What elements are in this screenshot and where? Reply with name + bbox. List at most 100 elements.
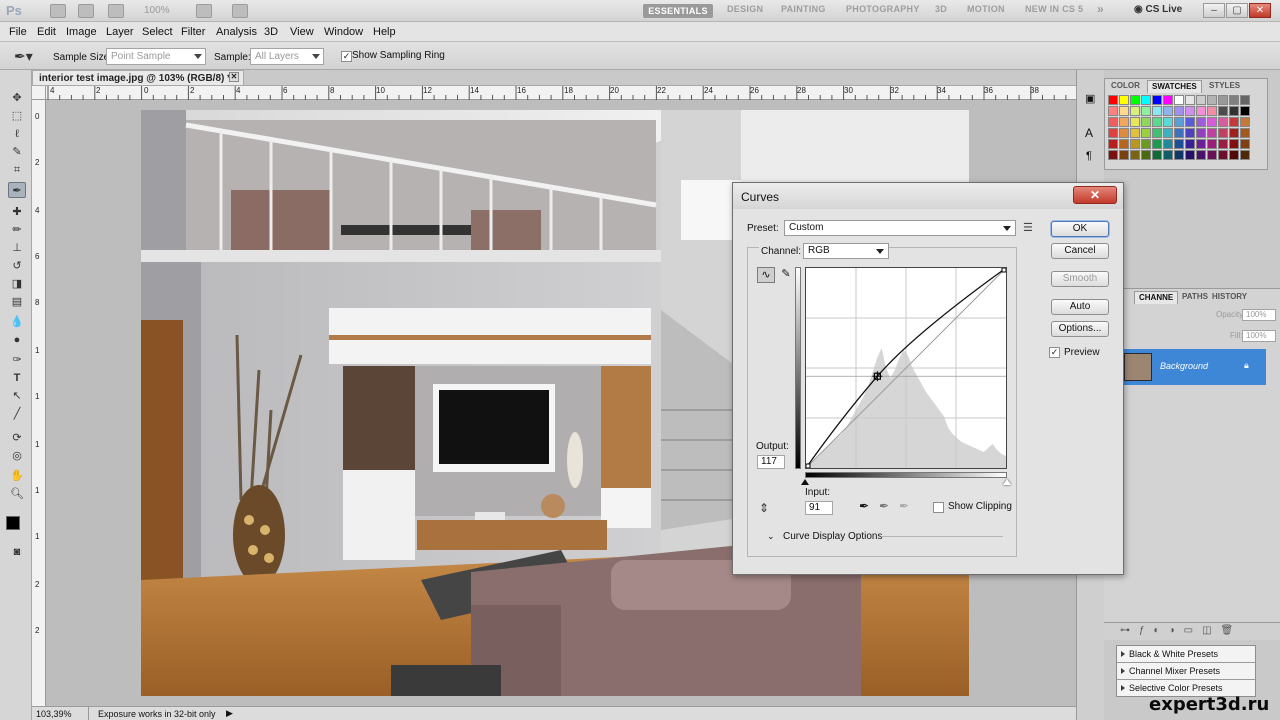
color-swatch[interactable]	[1152, 106, 1162, 116]
color-swatch[interactable]	[1152, 139, 1162, 149]
color-swatch[interactable]	[1163, 150, 1173, 160]
tab-swatches[interactable]: SWATCHES	[1147, 80, 1202, 93]
color-swatch[interactable]	[1196, 150, 1206, 160]
color-swatch[interactable]	[1229, 106, 1239, 116]
color-swatch[interactable]	[1152, 150, 1162, 160]
show-clipping-checkbox[interactable]	[933, 502, 944, 513]
zoom-level[interactable]: 100%	[144, 5, 170, 16]
color-swatch[interactable]	[1108, 106, 1118, 116]
color-swatch[interactable]	[1229, 95, 1239, 105]
path-selection-tool-icon[interactable]: ↖	[8, 388, 26, 404]
menu-layer[interactable]: Layer	[106, 26, 134, 38]
blur-tool-icon[interactable]: 💧	[8, 314, 26, 330]
color-swatch[interactable]	[1119, 117, 1129, 127]
color-swatch[interactable]	[1196, 106, 1206, 116]
white-point-slider[interactable]	[1003, 479, 1011, 485]
color-swatch[interactable]	[1119, 128, 1129, 138]
color-swatch[interactable]	[1185, 128, 1195, 138]
menu-image[interactable]: Image	[66, 26, 97, 38]
color-swatch[interactable]	[1174, 106, 1184, 116]
color-swatch[interactable]	[1218, 117, 1228, 127]
layer-row-background[interactable]: Background 🔒︎	[1118, 349, 1266, 385]
color-swatch[interactable]	[1218, 95, 1228, 105]
menu-filter[interactable]: Filter	[181, 26, 205, 38]
color-swatch[interactable]	[1119, 95, 1129, 105]
color-swatch[interactable]	[1119, 150, 1129, 160]
color-swatch[interactable]	[1229, 128, 1239, 138]
color-swatch[interactable]	[1229, 150, 1239, 160]
color-swatch[interactable]	[1240, 106, 1250, 116]
workspace-design[interactable]: DESIGN	[727, 4, 763, 18]
color-swatch[interactable]	[1152, 117, 1162, 127]
color-swatch[interactable]	[1240, 139, 1250, 149]
mini-bridge-icon[interactable]	[78, 4, 94, 18]
quick-selection-tool-icon[interactable]: ✎	[8, 144, 26, 160]
smooth-button[interactable]: Smooth	[1051, 271, 1109, 287]
color-swatch[interactable]	[1196, 139, 1206, 149]
color-swatch[interactable]	[1229, 139, 1239, 149]
show-sampling-ring-checkbox[interactable]: ✓	[341, 51, 352, 62]
curve-edit-points-icon[interactable]: ∿	[757, 267, 775, 283]
color-swatch[interactable]	[1218, 128, 1228, 138]
color-swatch[interactable]	[1174, 128, 1184, 138]
color-swatch[interactable]	[1108, 117, 1118, 127]
color-swatch[interactable]	[1108, 95, 1118, 105]
color-swatch[interactable]	[1152, 95, 1162, 105]
workspace-photography[interactable]: PHOTOGRAPHY	[846, 4, 920, 18]
healing-brush-tool-icon[interactable]: ✚	[8, 204, 26, 220]
pencil-draw-icon[interactable]: ✎	[779, 267, 793, 283]
menu-select[interactable]: Select	[142, 26, 173, 38]
color-swatch[interactable]	[1240, 117, 1250, 127]
color-swatch[interactable]	[1196, 95, 1206, 105]
black-point-slider[interactable]	[801, 479, 809, 485]
restore-icon[interactable]: ▢	[1226, 3, 1248, 18]
menu-help[interactable]: Help	[373, 26, 396, 38]
eyedropper-tool-preset-icon[interactable]: ✒▾	[14, 48, 33, 65]
sample-select[interactable]: All Layers	[250, 48, 324, 65]
close-app-icon[interactable]: ✕	[1249, 3, 1271, 18]
output-field[interactable]: 117	[757, 455, 785, 469]
tab-channels[interactable]: CHANNE	[1134, 291, 1179, 304]
color-swatch[interactable]	[1163, 106, 1173, 116]
color-swatch[interactable]	[1163, 128, 1173, 138]
preset-select[interactable]: Custom	[784, 220, 1016, 236]
marquee-tool-icon[interactable]: ⬚	[8, 108, 26, 124]
color-swatch[interactable]	[1152, 128, 1162, 138]
type-tool-icon[interactable]: T	[8, 370, 26, 386]
opacity-field[interactable]: 100%	[1242, 309, 1276, 321]
on-image-adjust-icon[interactable]: ⇕	[759, 501, 769, 515]
color-swatch[interactable]	[1218, 139, 1228, 149]
menu-3d[interactable]: 3D	[264, 26, 278, 38]
color-swatch[interactable]	[1141, 128, 1151, 138]
status-zoom[interactable]: 103,39%	[36, 709, 72, 719]
preset-black-white[interactable]: Black & White Presets	[1121, 649, 1218, 659]
3d-rotate-tool-icon[interactable]: ⟳	[8, 430, 26, 446]
color-swatch[interactable]	[1185, 95, 1195, 105]
menu-window[interactable]: Window	[324, 26, 363, 38]
color-swatch[interactable]	[1141, 117, 1151, 127]
curve-graph[interactable]	[805, 267, 1007, 469]
cs-live-button[interactable]: ◉ CS Live	[1134, 4, 1182, 15]
tab-paths[interactable]: PATHS	[1178, 291, 1212, 304]
color-swatch[interactable]	[1163, 95, 1173, 105]
color-swatch[interactable]	[1185, 117, 1195, 127]
ok-button[interactable]: OK	[1051, 221, 1109, 237]
color-swatch[interactable]	[1119, 139, 1129, 149]
color-swatch[interactable]	[1240, 150, 1250, 160]
color-swatch[interactable]	[1185, 106, 1195, 116]
pen-tool-icon[interactable]: ✑	[8, 352, 26, 368]
zoom-tool-icon[interactable]: 🔍︎	[8, 486, 26, 502]
bridge-icon[interactable]	[50, 4, 66, 18]
dodge-tool-icon[interactable]: ●	[8, 332, 26, 348]
menu-analysis[interactable]: Analysis	[216, 26, 257, 38]
menu-edit[interactable]: Edit	[37, 26, 56, 38]
color-swatch[interactable]	[1174, 117, 1184, 127]
sample-size-select[interactable]: Point Sample	[106, 48, 206, 65]
tab-color[interactable]: COLOR	[1107, 80, 1144, 93]
color-swatch[interactable]	[1240, 128, 1250, 138]
color-swatch[interactable]	[1240, 95, 1250, 105]
brush-tool-icon[interactable]: ✏	[8, 222, 26, 238]
color-swatch[interactable]	[1207, 139, 1217, 149]
color-swatch[interactable]	[1185, 150, 1195, 160]
menu-view[interactable]: View	[290, 26, 314, 38]
